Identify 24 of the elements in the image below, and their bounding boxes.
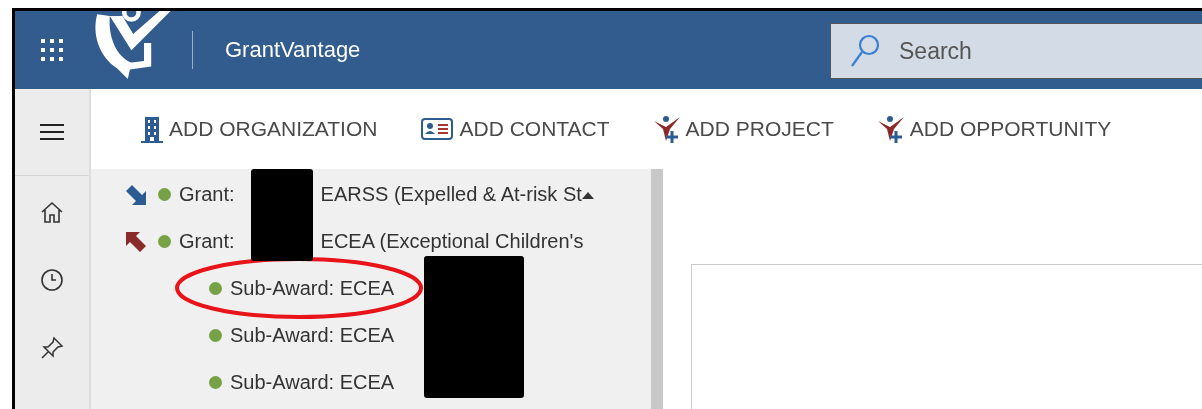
contact-card-icon bbox=[421, 117, 454, 141]
menu-icon[interactable] bbox=[40, 122, 64, 142]
item-label[interactable]: Grant: bbox=[179, 230, 235, 253]
scrollbar[interactable] bbox=[651, 169, 663, 409]
toolbar-button[interactable]: ADD PROJECT bbox=[653, 115, 834, 143]
arrow-icon bbox=[124, 229, 148, 254]
item-label[interactable]: Grant: bbox=[179, 183, 235, 206]
item-title[interactable]: Sub-Award: ECEA bbox=[230, 371, 395, 394]
toolbar-button[interactable]: ADD ORGANIZATION bbox=[141, 115, 378, 143]
app-title: GrantVantage bbox=[225, 37, 361, 63]
item-title: EARSS (Expelled & At-risk St bbox=[320, 183, 582, 206]
building-icon bbox=[141, 115, 163, 143]
person-plus-icon bbox=[877, 115, 904, 143]
arrow-icon bbox=[124, 182, 148, 207]
toolbar-button[interactable]: ADD CONTACT bbox=[421, 117, 610, 141]
app-launcher-icon[interactable] bbox=[40, 38, 64, 62]
person-plus-icon bbox=[653, 115, 680, 143]
item-title: ECEA (Exceptional Children's bbox=[320, 230, 584, 253]
item-title[interactable]: Sub-Award: ECEA bbox=[230, 324, 395, 347]
clock-icon[interactable] bbox=[40, 268, 64, 292]
toolbar-button[interactable]: ADD OPPORTUNITY bbox=[877, 115, 1112, 143]
search-field[interactable]: Search bbox=[830, 23, 1202, 79]
pin-icon[interactable] bbox=[40, 336, 64, 360]
home-icon[interactable] bbox=[40, 200, 64, 224]
